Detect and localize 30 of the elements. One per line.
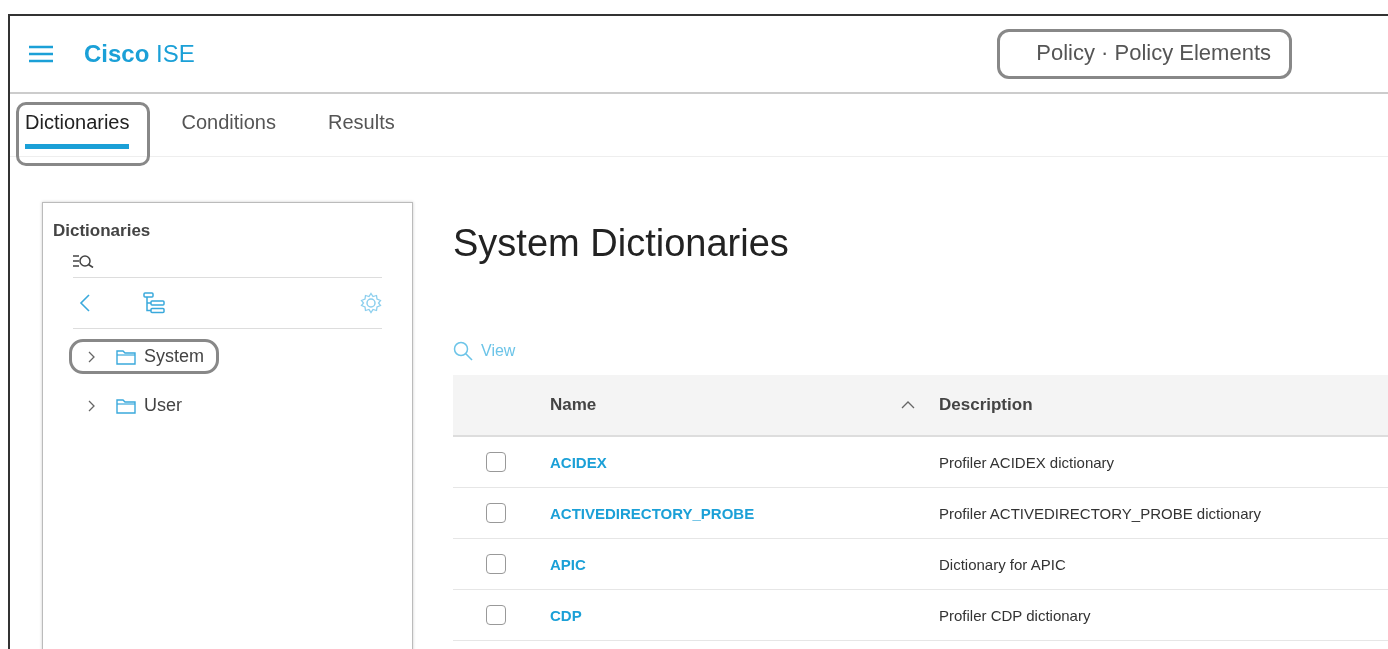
breadcrumb: Policy · Policy Elements <box>997 29 1292 79</box>
app-title: Cisco ISE <box>84 40 195 68</box>
menu-icon[interactable] <box>28 45 54 63</box>
panel-title: Dictionaries <box>53 221 152 241</box>
search-icon <box>453 341 473 361</box>
tab[interactable]: Dictionaries <box>16 102 151 166</box>
folder-icon <box>116 348 136 365</box>
row-checkbox[interactable] <box>486 503 506 523</box>
description-text: Profiler ACTIVEDIRECTORY_PROBE dictionary <box>939 504 1262 522</box>
chevron-icon <box>86 349 96 364</box>
tree-item[interactable]: System <box>69 339 219 374</box>
column-header[interactable]: Description <box>939 395 1033 415</box>
folder-icon <box>116 397 136 414</box>
description-text: Profiler CDP dictionary <box>939 606 1091 624</box>
row-checkbox[interactable] <box>486 605 506 625</box>
search-icon[interactable] <box>73 254 95 268</box>
row-checkbox[interactable] <box>486 452 506 472</box>
sort-ascending-icon[interactable] <box>901 401 915 409</box>
page-title: System Dictionaries <box>453 222 790 265</box>
description-text: Dictionary for APIC <box>939 555 1066 573</box>
row-checkbox[interactable] <box>486 554 506 574</box>
chevron-icon <box>86 398 96 413</box>
description-text: Profiler ACIDEX dictionary <box>939 453 1115 471</box>
back-icon[interactable] <box>79 293 91 313</box>
column-header[interactable]: Name <box>550 395 597 415</box>
tab[interactable]: Conditions <box>172 102 297 166</box>
settings-icon[interactable] <box>360 292 382 314</box>
tab[interactable]: Results <box>319 102 416 166</box>
tree-item[interactable]: User <box>69 388 197 423</box>
tree-view-icon[interactable] <box>143 292 165 314</box>
